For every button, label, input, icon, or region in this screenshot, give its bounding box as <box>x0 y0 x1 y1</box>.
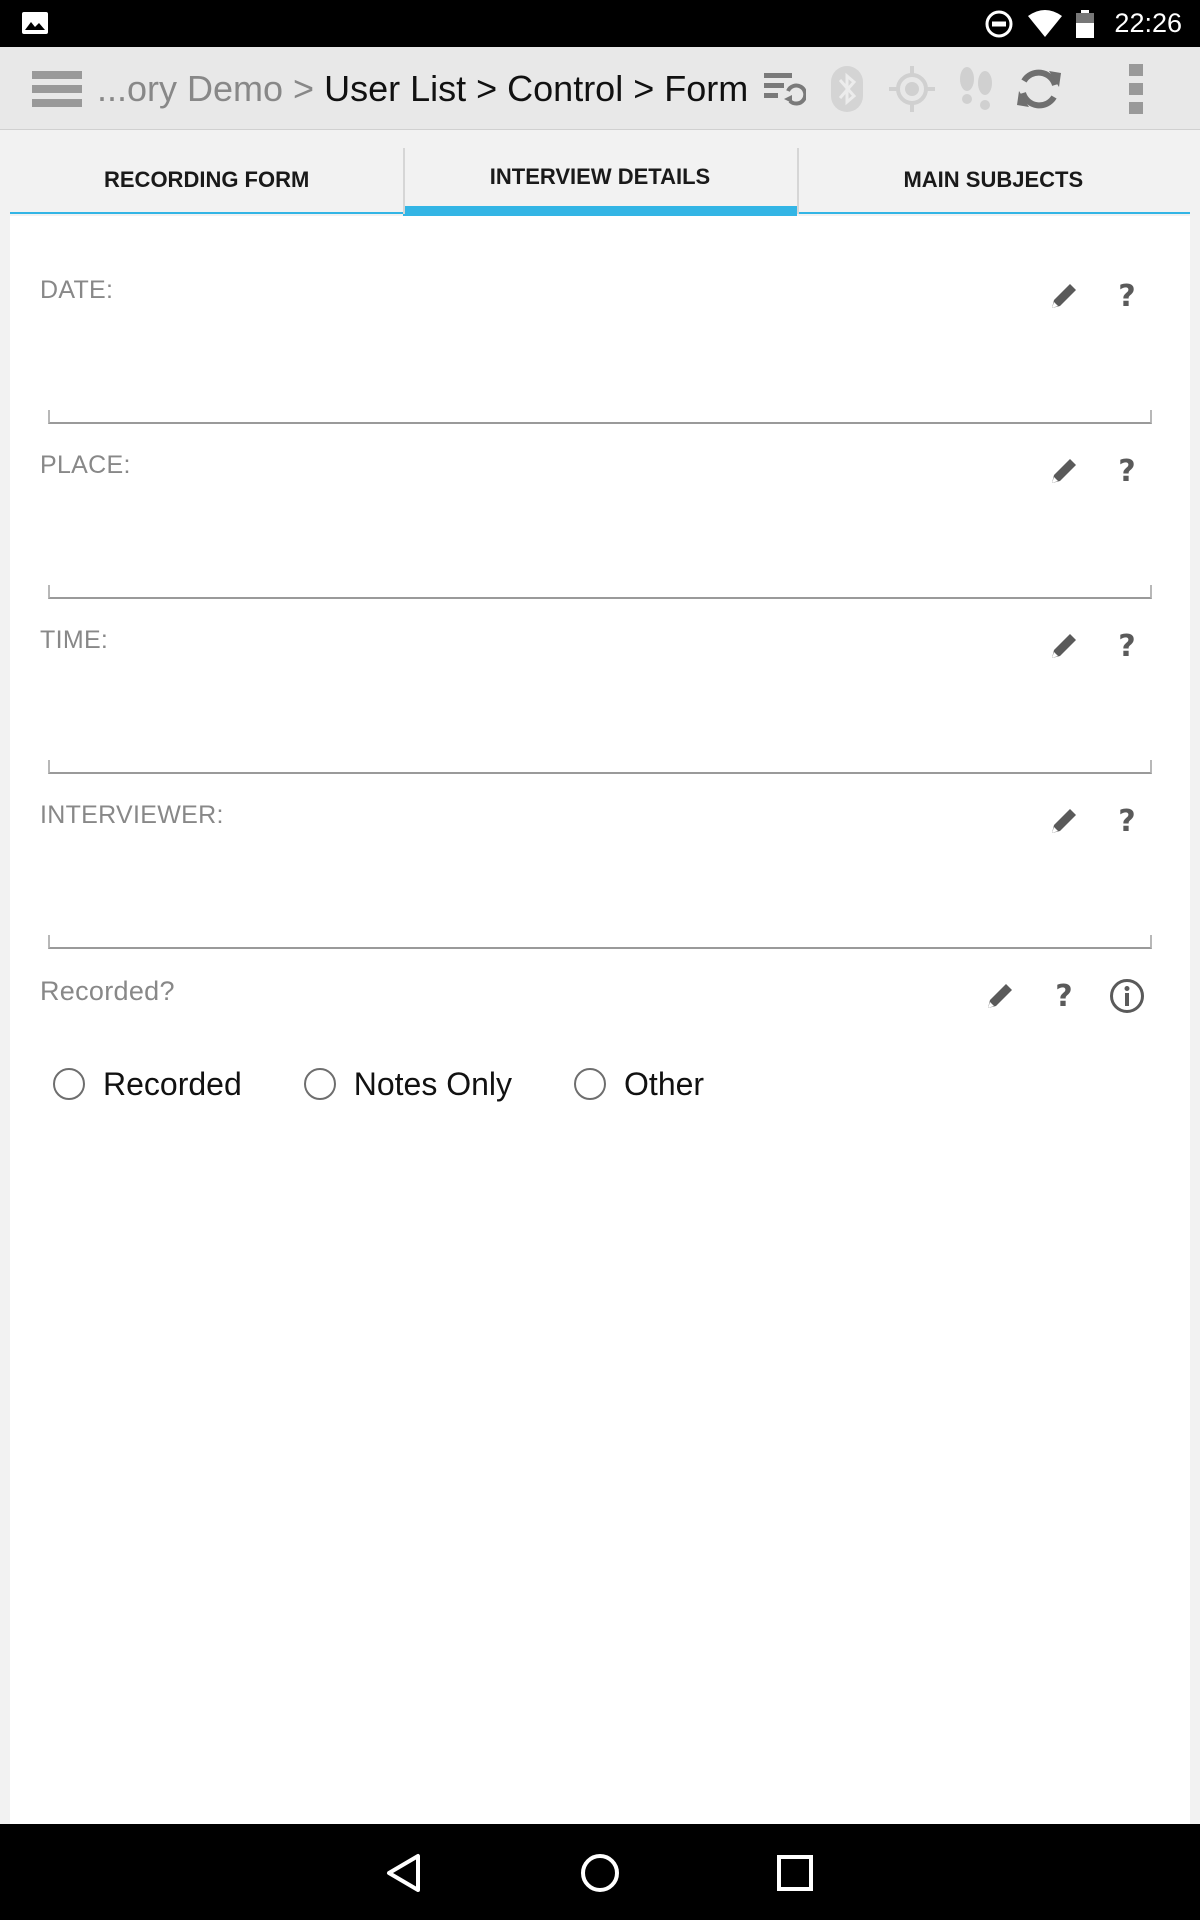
date-field-group: DATE: ? <box>10 216 1190 424</box>
help-icon[interactable]: ? <box>1103 797 1151 845</box>
navigation-bar <box>0 1824 1200 1920</box>
clock: 22:26 <box>1114 8 1182 38</box>
action-bar: ...ory Demo > User List > Control > Form <box>0 47 1200 130</box>
wifi-icon <box>1028 9 1063 37</box>
info-icon[interactable] <box>1103 972 1151 1020</box>
radio-button[interactable] <box>574 1068 607 1100</box>
gps-icon[interactable] <box>888 65 936 113</box>
interviewer-field-group: INTERVIEWER: ? <box>10 741 1190 949</box>
status-bar: 22:26 <box>0 0 1200 47</box>
gallery-notification-icon <box>22 12 48 34</box>
tab-label: RECORDING FORM <box>104 167 310 192</box>
footsteps-icon[interactable] <box>952 65 1000 113</box>
radio-option-other[interactable]: Other <box>574 1066 704 1103</box>
time-label: TIME: <box>40 626 109 654</box>
help-icon[interactable]: ? <box>1103 622 1151 670</box>
tab-label: MAIN SUBJECTS <box>903 167 1084 192</box>
date-label: DATE: <box>40 276 114 304</box>
recents-icon[interactable] <box>768 1846 822 1900</box>
radio-label: Recorded <box>103 1065 242 1102</box>
pencil-icon[interactable] <box>1040 272 1088 320</box>
pencil-icon[interactable] <box>1040 797 1088 845</box>
interviewer-label: INTERVIEWER: <box>40 801 224 829</box>
tab-interview-details[interactable]: INTERVIEW DETAILS <box>403 148 797 216</box>
tab-main-subjects[interactable]: MAIN SUBJECTS <box>796 148 1190 214</box>
overflow-menu-icon[interactable] <box>1112 64 1160 114</box>
radio-option-notes-only[interactable]: Notes Only <box>303 1065 513 1103</box>
do-not-disturb-icon <box>985 10 1013 37</box>
form-content: DATE: ? PLACE: ? TIME: ? INTERVIEWER: ? … <box>10 216 1190 1824</box>
tab-bar: RECORDING FORM INTERVIEW DETAILS MAIN SU… <box>10 148 1190 216</box>
place-field-group: PLACE: ? <box>10 391 1190 599</box>
pencil-icon[interactable] <box>1040 622 1088 670</box>
sync-list-icon[interactable] <box>760 65 808 113</box>
breadcrumb[interactable]: ...ory Demo > User List > Control > Form <box>97 47 748 129</box>
breadcrumb-current[interactable]: User List > Control > Form <box>324 68 748 109</box>
refresh-icon[interactable] <box>1015 65 1063 113</box>
recorded-question-label: Recorded? <box>40 976 175 1006</box>
radio-button[interactable] <box>303 1068 336 1100</box>
place-label: PLACE: <box>40 451 131 479</box>
breadcrumb-prefix[interactable]: ...ory Demo > <box>97 68 314 109</box>
radio-label: Notes Only <box>353 1065 513 1102</box>
pencil-icon[interactable] <box>1040 447 1088 495</box>
radio-label: Other <box>624 1065 705 1102</box>
help-icon[interactable]: ? <box>1103 272 1151 320</box>
pencil-icon[interactable] <box>976 972 1024 1020</box>
home-icon[interactable] <box>573 1846 627 1900</box>
radio-button[interactable] <box>53 1068 85 1100</box>
help-icon[interactable]: ? <box>1103 447 1151 495</box>
bluetooth-icon[interactable] <box>823 65 871 113</box>
menu-icon[interactable] <box>32 69 82 109</box>
battery-icon <box>1076 9 1095 38</box>
help-icon[interactable]: ? <box>1040 972 1088 1020</box>
back-icon[interactable] <box>377 1846 431 1900</box>
recorded-radio-group: Recorded Notes Only Other <box>53 1054 704 1114</box>
tab-recording-form[interactable]: RECORDING FORM <box>10 148 404 214</box>
time-field-group: TIME: ? <box>10 566 1190 774</box>
tab-label: INTERVIEW DETAILS <box>489 164 711 189</box>
radio-option-recorded[interactable]: Recorded <box>53 1066 242 1103</box>
